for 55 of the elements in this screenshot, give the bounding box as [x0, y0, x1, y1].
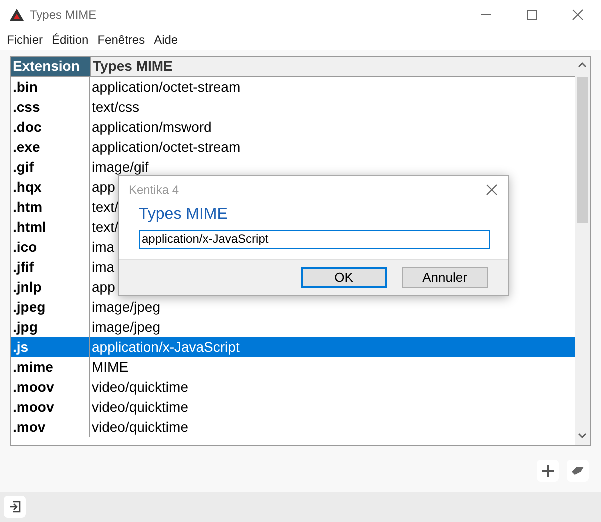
cancel-button[interactable]: Annuler [402, 267, 488, 288]
mime-type-cell[interactable]: text/css [90, 97, 575, 117]
column-header[interactable]: Extension [11, 57, 90, 77]
mime-type-cell[interactable]: video/quicktime [90, 377, 575, 397]
window-title: Types MIME [30, 8, 98, 22]
app-logo-icon [10, 9, 24, 21]
menu-item[interactable]: Fenêtres [94, 33, 152, 47]
menu-item[interactable]: Édition [49, 33, 95, 47]
dialog-heading: Types MIME [139, 206, 229, 224]
erase-button[interactable] [567, 460, 589, 482]
scroll-down-icon[interactable] [578, 433, 587, 439]
extension-cell[interactable]: .gif [11, 157, 90, 177]
dialog-title: Kentika 4 [129, 183, 180, 197]
plus-icon [542, 465, 554, 477]
extension-cell[interactable]: .js [11, 337, 90, 357]
mime-type-cell[interactable]: application/x-JavaScript [90, 337, 575, 357]
mime-type-cell[interactable]: application/octet-stream [90, 77, 575, 97]
mime-type-cell[interactable]: video/quicktime [90, 397, 575, 417]
extension-cell[interactable]: .jpeg [11, 297, 90, 317]
exit-button[interactable] [4, 496, 26, 518]
scrollbar[interactable] [575, 57, 590, 445]
input-field[interactable]: application/x-JavaScript [139, 230, 490, 249]
exit-icon [9, 501, 21, 513]
ok-button[interactable]: OK [301, 267, 387, 288]
mime-type-cell[interactable]: image/gif [90, 157, 575, 177]
scroll-up-icon[interactable] [578, 62, 587, 68]
extension-cell[interactable]: .moov [11, 397, 90, 417]
maximize-icon[interactable] [526, 9, 538, 21]
column-header[interactable]: Types MIME [90, 57, 575, 77]
extension-cell[interactable]: .exe [11, 137, 90, 157]
extension-cell[interactable]: .moov [11, 377, 90, 397]
menu-item[interactable]: Aide [151, 33, 184, 47]
extension-cell[interactable]: .html [11, 217, 90, 237]
mime-type-cell[interactable]: image/jpeg [90, 317, 575, 337]
mime-type-cell[interactable]: MIME [90, 357, 575, 377]
mime-type-cell[interactable]: application/msword [90, 117, 575, 137]
extension-cell[interactable]: .css [11, 97, 90, 117]
extension-cell[interactable]: .doc [11, 117, 90, 137]
extension-cell[interactable]: .htm [11, 197, 90, 217]
close-icon[interactable] [486, 184, 498, 196]
add-button[interactable] [537, 460, 559, 482]
extension-cell[interactable]: .mime [11, 357, 90, 377]
menu-item[interactable]: Fichier [4, 33, 50, 47]
extension-cell[interactable]: .hqx [11, 177, 90, 197]
extension-cell[interactable]: .jfif [11, 257, 90, 277]
extension-cell[interactable]: .mov [11, 417, 90, 437]
extension-cell[interactable]: .jnlp [11, 277, 90, 297]
extension-cell[interactable]: .ico [11, 237, 90, 257]
close-icon[interactable] [572, 9, 584, 21]
eraser-icon [571, 466, 585, 476]
extension-cell[interactable]: .bin [11, 77, 90, 97]
mime-type-cell[interactable]: video/quicktime [90, 417, 575, 437]
scrollbar-thumb[interactable] [577, 77, 588, 223]
mime-type-cell[interactable]: application/octet-stream [90, 137, 575, 157]
mime-type-cell[interactable]: image/jpeg [90, 297, 575, 317]
